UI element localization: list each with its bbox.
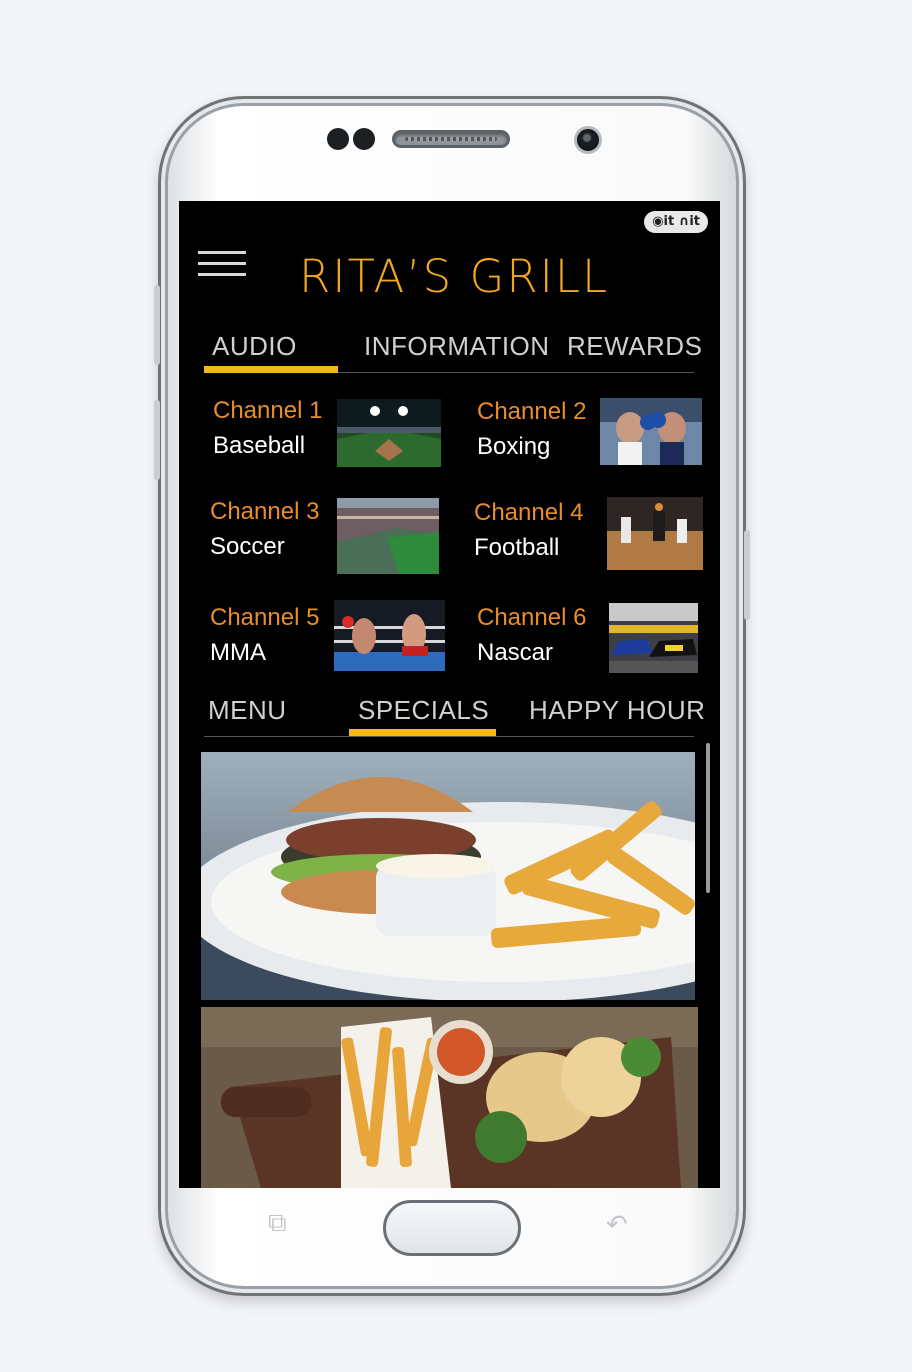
active-tab-indicator [204, 366, 338, 373]
channel-sport: Nascar [477, 639, 554, 666]
tab-happy-hour[interactable]: HAPPY HOUR [529, 693, 705, 727]
recent-apps-icon[interactable]: ⧉ [268, 1208, 287, 1239]
watermark-badge: ◉it ∩it [644, 211, 708, 233]
hamburger-menu-icon[interactable] [198, 251, 246, 276]
brand-title: RITA’S GRILL [299, 250, 610, 303]
channel-sport: Baseball [213, 432, 306, 459]
channel-name: Channel 3 [210, 498, 320, 525]
nascar-thumbnail[interactable] [609, 603, 698, 673]
channel-sport: Soccer [210, 533, 285, 560]
home-button[interactable] [383, 1200, 521, 1256]
food-tab-bar: MENU SPECIALS HAPPY HOUR [204, 693, 705, 737]
channel-sport: Football [474, 534, 560, 561]
channel-sport: MMA [210, 639, 266, 666]
tab-menu[interactable]: MENU [208, 693, 287, 727]
football-thumbnail[interactable] [607, 497, 703, 570]
app-screen: ◉it ∩it RITA’S GRILL AUDIO INFORMATION R… [179, 201, 720, 1188]
soccer-thumbnail[interactable] [337, 498, 439, 574]
volume-button [154, 285, 160, 365]
channel-sport: Boxing [477, 433, 551, 460]
scrollbar[interactable] [706, 743, 710, 893]
channel-name: Channel 1 [213, 397, 323, 424]
top-tab-bar: AUDIO INFORMATION REWARDS [204, 329, 702, 373]
boxing-thumbnail[interactable] [600, 398, 702, 465]
device-mockup: ◉it ∩it RITA’S GRILL AUDIO INFORMATION R… [0, 0, 912, 1372]
volume-button-lower [154, 400, 160, 480]
power-button [744, 530, 750, 620]
channel-name: Channel 2 [477, 398, 587, 425]
quesadilla-fries-image[interactable] [201, 1007, 698, 1188]
tab-specials[interactable]: SPECIALS [358, 693, 489, 727]
mma-thumbnail[interactable] [334, 600, 445, 671]
front-camera-icon [574, 126, 602, 154]
active-tab-indicator [349, 729, 496, 736]
channel-name: Channel 4 [474, 499, 584, 526]
channel-name: Channel 5 [210, 604, 320, 631]
tab-information[interactable]: INFORMATION [364, 329, 550, 363]
baseball-thumbnail[interactable] [337, 399, 441, 467]
tab-audio[interactable]: AUDIO [212, 329, 297, 363]
proximity-sensor-icon [327, 128, 349, 150]
light-sensor-icon [353, 128, 375, 150]
channel-name: Channel 6 [477, 604, 587, 631]
burger-fries-image[interactable] [201, 752, 695, 1000]
earpiece-speaker [392, 130, 510, 148]
back-icon[interactable]: ↶ [606, 1210, 628, 1240]
tab-rewards[interactable]: REWARDS [567, 329, 702, 363]
